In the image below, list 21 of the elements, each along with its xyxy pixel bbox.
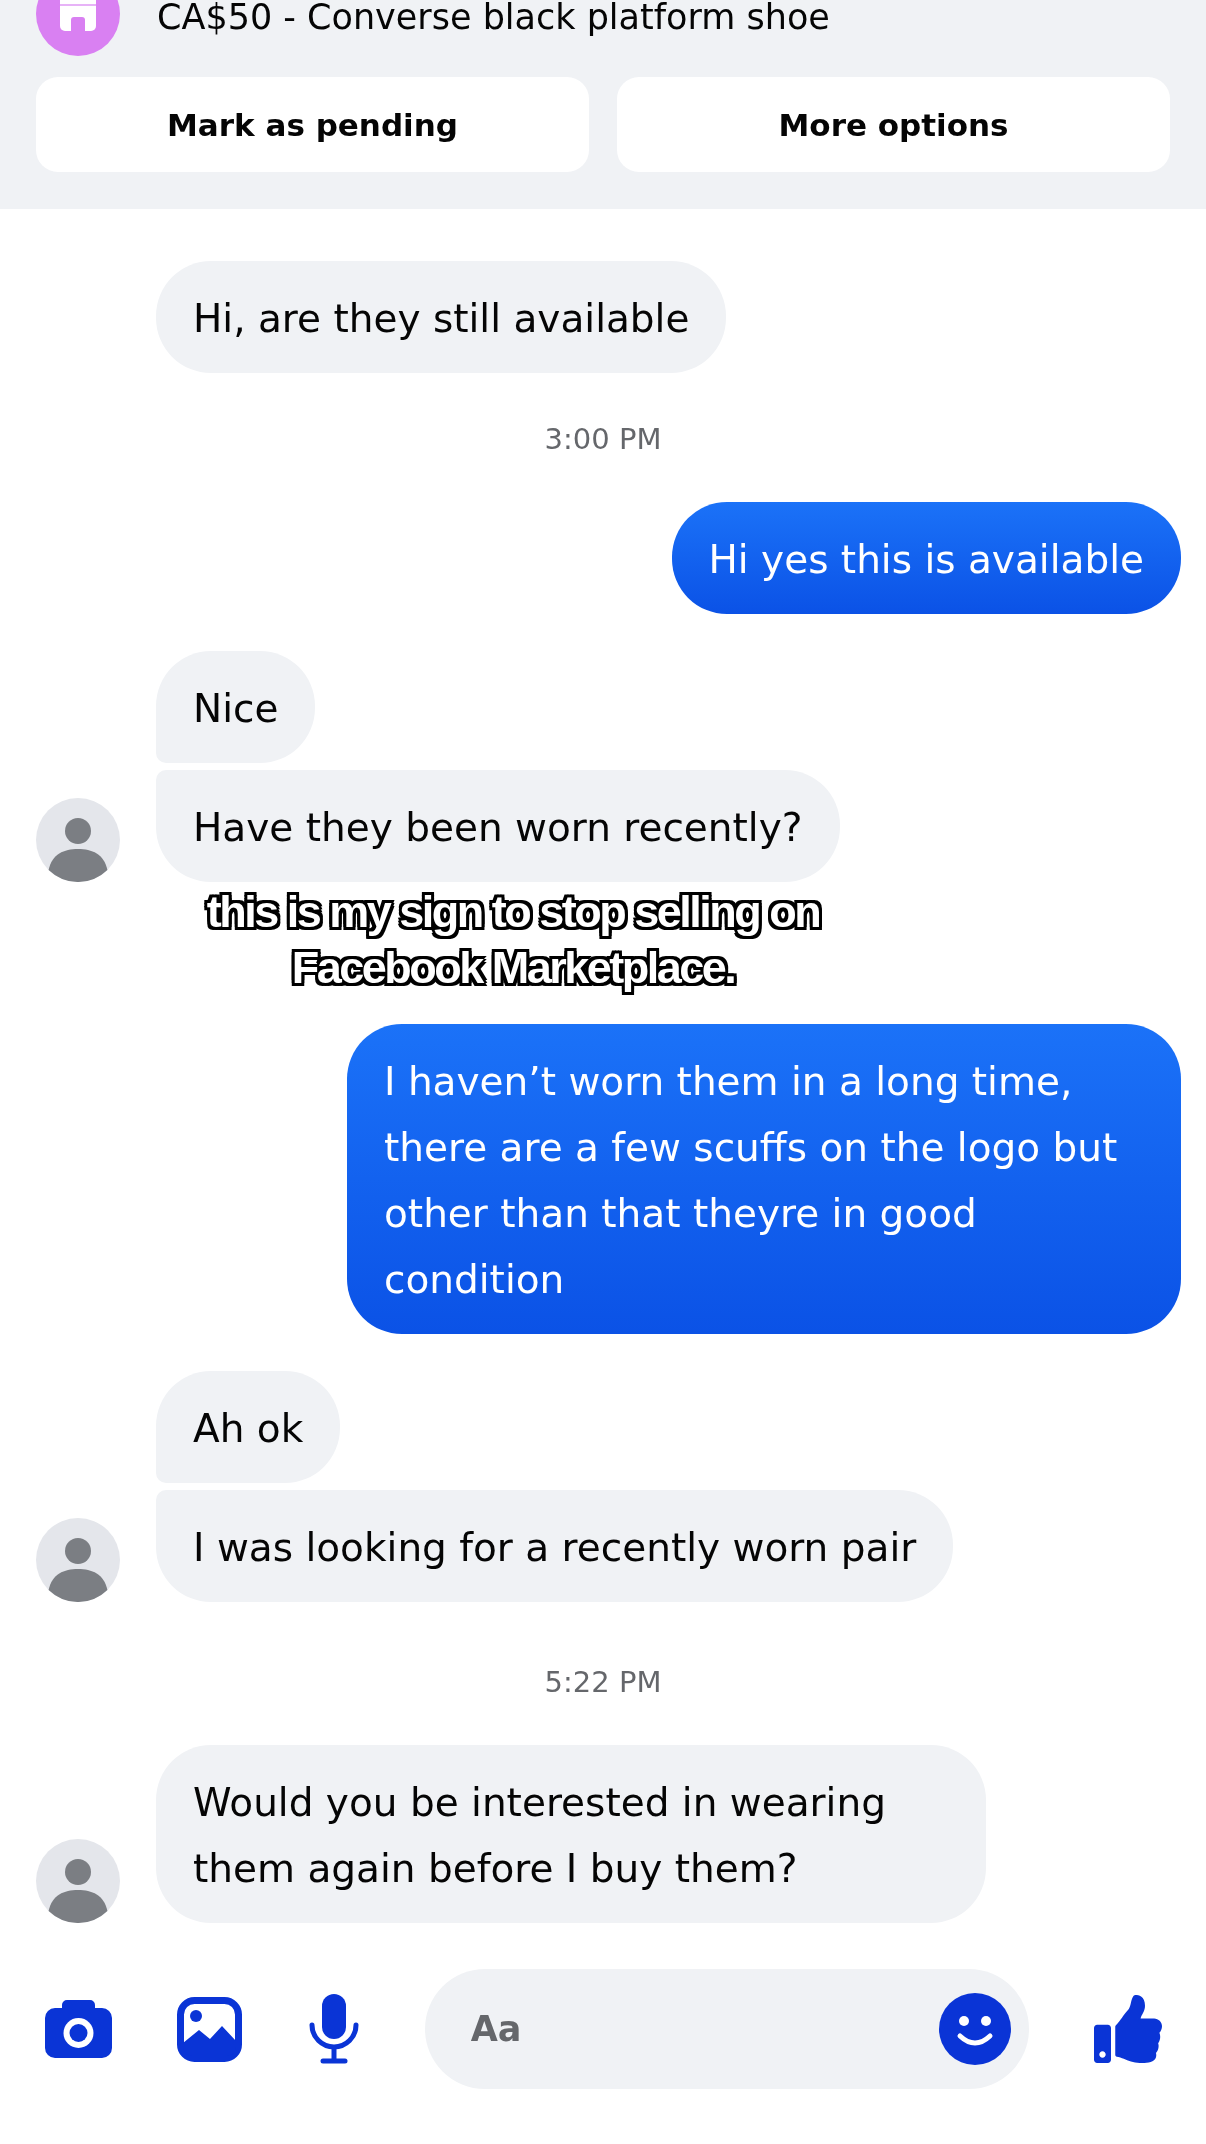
thumbs-up-icon[interactable] bbox=[1094, 1995, 1162, 2063]
action-button[interactable]: More options bbox=[617, 77, 1170, 172]
timestamp: 5:22 PM bbox=[544, 1667, 662, 1697]
message-bubble: Hi, are they still available bbox=[156, 261, 727, 373]
timestamp: 3:00 PM bbox=[544, 424, 662, 454]
image-icon[interactable] bbox=[177, 1996, 243, 2062]
camera-icon[interactable] bbox=[45, 2000, 112, 2058]
message-bubble: Would you be interested in wearing them again before I buy them? bbox=[156, 1745, 986, 1923]
emoji-icon[interactable] bbox=[938, 1993, 1011, 2065]
listing-title: CA$50 - Converse black platform shoe bbox=[157, 0, 830, 35]
microphone-icon[interactable] bbox=[307, 1994, 360, 2064]
message-bubble: Ah ok bbox=[156, 1371, 341, 1483]
video-caption: this is my sign to stop selling on Facebook Marketplace. bbox=[203, 885, 823, 996]
message-input[interactable]: Aa bbox=[424, 1969, 1029, 2089]
message-bubble: Have they been worn recently? bbox=[156, 770, 840, 882]
storefront-icon bbox=[36, 0, 120, 56]
sent-message-bubble: I haven’t worn them in a long time, there are a few scuffs on the logo but other than that theyre in good condition bbox=[347, 1024, 1181, 1334]
sent-message-bubble: Hi yes this is available bbox=[671, 502, 1181, 614]
message-bubble: Nice bbox=[156, 651, 316, 763]
message-bubble: I was looking for a recently worn pair bbox=[156, 1490, 954, 1602]
action-button[interactable]: Mark as pending bbox=[36, 77, 589, 172]
